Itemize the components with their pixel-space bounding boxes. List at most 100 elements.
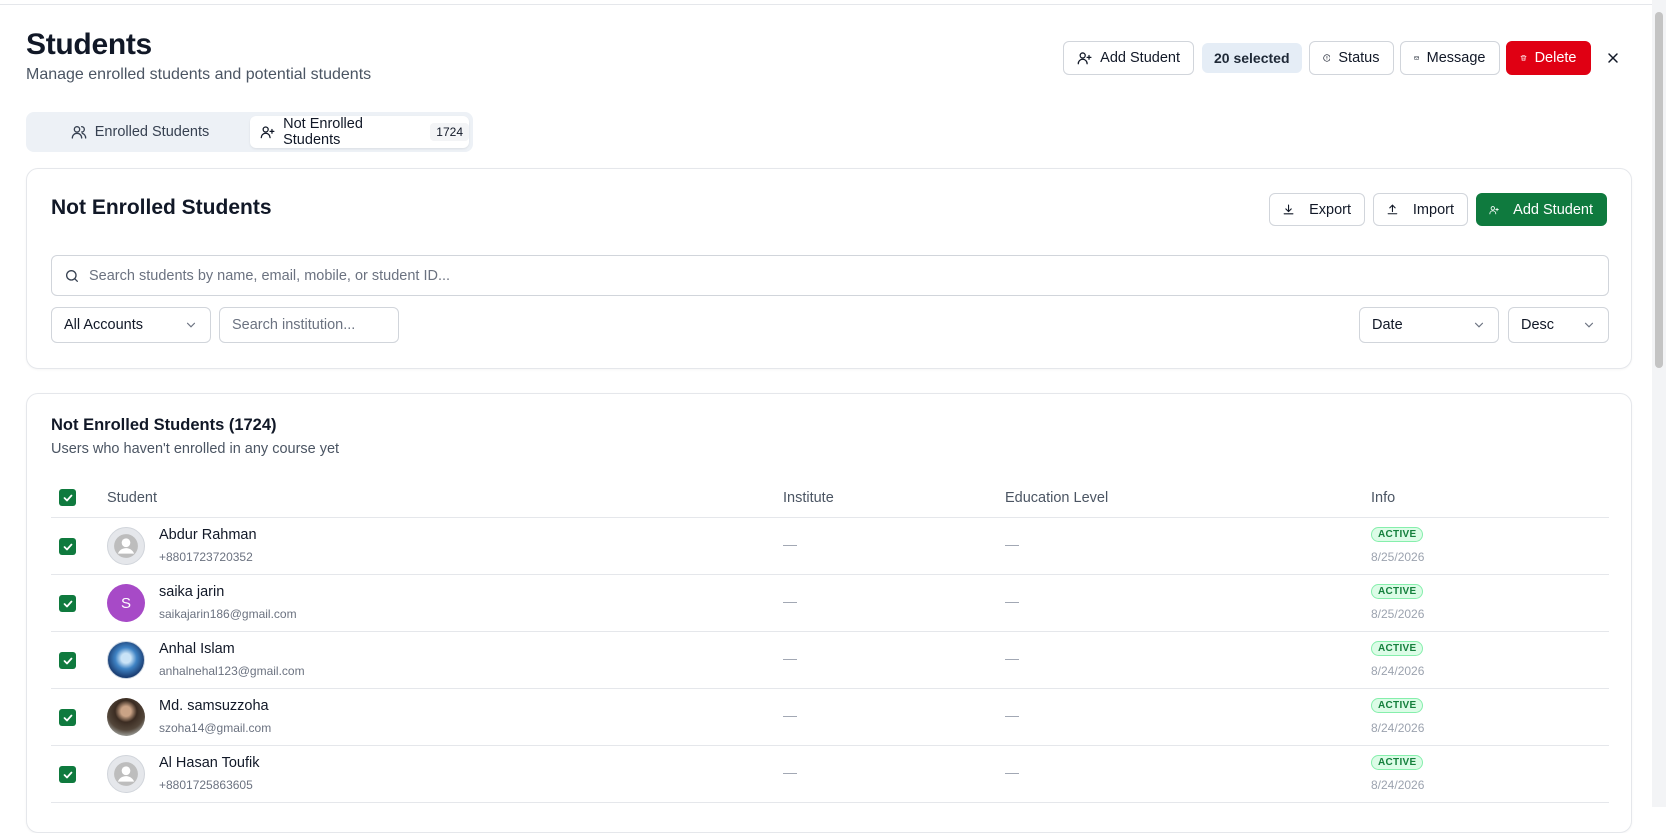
sort-order-value: Desc (1521, 317, 1555, 333)
students-table-card: Not Enrolled Students (1724) Users who h… (26, 393, 1632, 833)
avatar-photo (107, 641, 145, 679)
row-checkbox[interactable] (59, 709, 76, 726)
bulk-toolbar: Add Student 20 selected Status Message D… (1063, 40, 1625, 76)
download-icon (1283, 204, 1294, 214)
status-badge: ACTIVE (1371, 584, 1424, 599)
export-label: Export (1309, 201, 1351, 218)
sort-by-value: Date (1372, 317, 1403, 333)
chevron-down-icon (1474, 322, 1484, 328)
chevron-down-icon (1584, 322, 1594, 328)
column-header-education-level[interactable]: Education Level (1005, 490, 1108, 506)
student-institute: — (783, 707, 797, 723)
student-date: 8/25/2026 (1371, 550, 1425, 564)
select-all-checkbox[interactable] (59, 489, 76, 506)
toolbar-add-student-button[interactable]: Add Student (1063, 41, 1194, 75)
column-header-institute[interactable]: Institute (783, 490, 834, 506)
status-label: Status (1338, 50, 1380, 66)
student-education: — (1005, 764, 1019, 780)
add-student-button[interactable]: Add Student (1476, 193, 1607, 226)
table-row[interactable]: Anhal Islam anhalnehal123@gmail.com — — … (51, 632, 1609, 689)
filters-card: Not Enrolled Students Export Import Add … (26, 168, 1632, 369)
delete-button[interactable]: Delete (1505, 41, 1591, 75)
card-actions: Export Import Add Student (1269, 193, 1607, 226)
institution-search-input[interactable] (219, 307, 399, 343)
student-search (51, 255, 1609, 296)
row-checkbox[interactable] (59, 766, 76, 783)
message-button[interactable]: Message (1399, 41, 1500, 75)
import-label: Import (1412, 201, 1454, 218)
table-row[interactable]: S saika jarin saikajarin186@gmail.com — … (51, 575, 1609, 632)
student-tabs: Enrolled Students Not Enrolled Students … (26, 112, 473, 152)
student-date: 8/24/2026 (1371, 778, 1425, 792)
student-education: — (1005, 593, 1019, 609)
student-name: Anhal Islam (159, 641, 235, 657)
status-badge: ACTIVE (1371, 641, 1424, 656)
top-border (0, 4, 1666, 5)
message-label: Message (1426, 50, 1486, 66)
export-button[interactable]: Export (1269, 193, 1365, 226)
user-placeholder-icon (114, 534, 138, 558)
student-contact: anhalnehal123@gmail.com (159, 664, 305, 678)
avatar (107, 527, 145, 565)
tab-not-enrolled-students[interactable]: Not Enrolled Students 1724 (250, 116, 469, 148)
table-title: Not Enrolled Students (1724) (51, 416, 277, 434)
student-education: — (1005, 650, 1019, 666)
student-institute: — (783, 536, 797, 552)
student-education: — (1005, 536, 1019, 552)
user-plus-icon (1077, 52, 1092, 65)
search-icon (66, 269, 78, 282)
column-header-info[interactable]: Info (1371, 490, 1395, 506)
student-contact: saikajarin186@gmail.com (159, 607, 297, 621)
mail-icon (1413, 56, 1419, 60)
student-education: — (1005, 707, 1019, 723)
scrollbar-thumb[interactable] (1655, 12, 1663, 368)
student-name: Al Hasan Toufik (159, 755, 260, 771)
tab-count-badge: 1724 (430, 123, 469, 141)
table-header: Student Institute Education Level Info (51, 480, 1609, 518)
student-institute: — (783, 593, 797, 609)
user-plus-icon (1489, 205, 1499, 214)
student-institute: — (783, 764, 797, 780)
user-placeholder-icon (114, 762, 138, 786)
student-contact: +8801725863605 (159, 778, 253, 792)
status-badge: ACTIVE (1371, 755, 1424, 770)
row-checkbox[interactable] (59, 538, 76, 555)
page-scrollbar[interactable] (1652, 0, 1666, 807)
row-checkbox[interactable] (59, 595, 76, 612)
trash-icon (1520, 55, 1526, 61)
status-badge: ACTIVE (1371, 527, 1424, 542)
student-name: Abdur Rahman (159, 527, 257, 543)
table-row[interactable]: Al Hasan Toufik +8801725863605 — — ACTIV… (51, 746, 1609, 803)
student-name: saika jarin (159, 584, 225, 600)
tab-enrolled-label: Enrolled Students (94, 124, 210, 140)
user-plus-icon (260, 126, 275, 139)
filters-card-title: Not Enrolled Students (51, 196, 272, 219)
search-input[interactable] (89, 267, 1608, 284)
table-row[interactable]: Md. samsuzzoha szoha14@gmail.com — — ACT… (51, 689, 1609, 746)
upload-icon (1387, 203, 1398, 214)
tab-not-enrolled-label: Not Enrolled Students (283, 116, 363, 148)
toolbar-add-student-label: Add Student (1100, 50, 1180, 66)
page-subtitle: Manage enrolled students and potential s… (26, 66, 372, 83)
account-filter-select[interactable]: All Accounts (51, 307, 211, 343)
users-icon (71, 126, 87, 139)
import-button[interactable]: Import (1373, 193, 1468, 226)
status-badge: ACTIVE (1371, 698, 1424, 713)
column-header-student[interactable]: Student (107, 490, 157, 506)
student-date: 8/24/2026 (1371, 721, 1425, 735)
status-button[interactable]: Status (1308, 41, 1394, 75)
avatar-photo (107, 698, 145, 736)
sort-by-select[interactable]: Date (1359, 307, 1499, 343)
close-icon[interactable] (1601, 46, 1625, 70)
sort-order-select[interactable]: Desc (1508, 307, 1609, 343)
table-row[interactable]: Abdur Rahman +8801723720352 — — ACTIVE 8… (51, 518, 1609, 575)
add-student-label: Add Student (1513, 201, 1593, 218)
table-body: Abdur Rahman +8801723720352 — — ACTIVE 8… (51, 518, 1609, 803)
chevron-down-icon (186, 322, 196, 328)
tab-enrolled-students[interactable]: Enrolled Students (30, 116, 250, 148)
table-subtitle: Users who haven't enrolled in any course… (51, 441, 340, 457)
student-institute: — (783, 650, 797, 666)
account-filter-value: All Accounts (64, 317, 143, 333)
student-date: 8/24/2026 (1371, 664, 1425, 678)
row-checkbox[interactable] (59, 652, 76, 669)
